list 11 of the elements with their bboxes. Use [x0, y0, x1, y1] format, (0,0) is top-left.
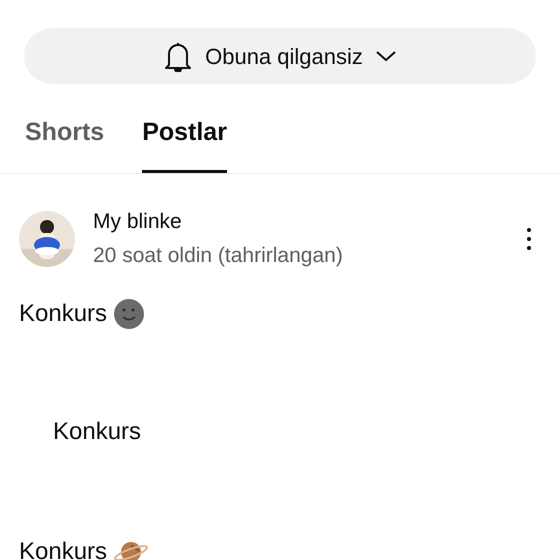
- post-text: Konkurs: [19, 536, 108, 560]
- post-text: Konkurs: [53, 416, 142, 446]
- tab[interactable]: Postlar: [142, 114, 227, 172]
- post-text: Konkurs: [19, 298, 108, 328]
- bell-icon: [163, 40, 194, 72]
- post-time: 20 soat oldin (tahrirlangan): [93, 244, 344, 268]
- moon-face-icon: [113, 298, 146, 330]
- tab[interactable]: Shorts: [25, 114, 104, 172]
- chevron-down-icon: [374, 49, 397, 63]
- subscribed-button[interactable]: Obuna qilgansiz: [24, 28, 536, 84]
- author-name[interactable]: My blinke: [93, 210, 519, 234]
